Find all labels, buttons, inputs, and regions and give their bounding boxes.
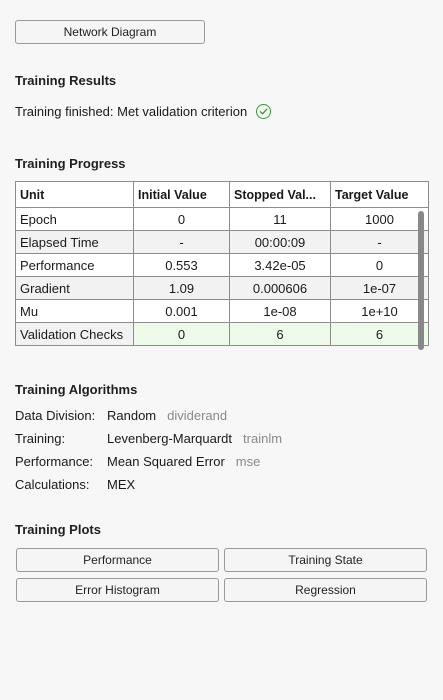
table-row: Epoch 0 11 1000 [15,207,429,231]
algorithm-row-calculations: Calculations: MEX [15,477,135,492]
algorithm-label: Calculations: [15,477,90,492]
training-algorithms-title: Training Algorithms [15,382,138,397]
target-value-cell: 1e+10 [330,299,429,323]
stopped-value-cell: 1e-08 [229,299,331,323]
target-value-cell: 1000 [330,207,429,231]
training-progress-title: Training Progress [15,156,126,171]
initial-value-cell: 0 [133,322,230,346]
error-histogram-plot-button[interactable]: Error Histogram [16,578,219,602]
algorithm-value: MEX [107,477,136,492]
column-header[interactable]: Unit [15,181,134,208]
stopped-value-cell: 6 [229,322,331,346]
algorithm-label: Performance: [15,454,94,469]
algorithm-function: mse [235,454,261,469]
algorithm-row-data-division: Data Division: Random dividerand [15,408,227,423]
initial-value-cell: 0 [133,207,230,231]
column-header[interactable]: Target Value [330,181,429,208]
stopped-value-cell: 11 [229,207,331,231]
algorithm-value: Random [107,408,157,423]
column-header[interactable]: Initial Value [133,181,230,208]
initial-value-cell: 1.09 [133,276,230,300]
target-value-cell: 1e-07 [330,276,429,300]
target-value-cell: 6 [330,322,429,346]
unit-cell: Epoch [15,207,134,231]
table-row: Performance 0.553 3.42e-05 0 [15,253,429,277]
algorithm-function: dividerand [167,408,228,423]
table-scrollbar[interactable] [418,211,424,350]
table-row: Mu 0.001 1e-08 1e+10 [15,299,429,323]
column-header[interactable]: Stopped Val... [229,181,331,208]
algorithm-label: Data Division: [15,408,96,423]
stopped-value-cell: 00:00:09 [229,230,331,254]
algorithm-value: Mean Squared Error [107,454,225,469]
training-state-plot-button[interactable]: Training State [224,548,427,572]
unit-cell: Mu [15,299,134,323]
unit-cell: Validation Checks [15,322,134,346]
regression-plot-button[interactable]: Regression [224,578,427,602]
training-status: Training finished: Met validation criter… [15,104,272,119]
training-progress-table: Unit Initial Value Stopped Val... Target… [15,181,429,346]
unit-cell: Performance [15,253,134,277]
stopped-value-cell: 0.000606 [229,276,331,300]
algorithm-row-training: Training: Levenberg-Marquardt trainlm [15,431,282,446]
table-row: Gradient 1.09 0.000606 1e-07 [15,276,429,300]
algorithm-value: Levenberg-Marquardt [107,431,233,446]
initial-value-cell: 0.001 [133,299,230,323]
table-row: Validation Checks 0 6 6 [15,322,429,346]
stopped-value-cell: 3.42e-05 [229,253,331,277]
network-diagram-button[interactable]: Network Diagram [15,20,205,44]
algorithm-function: trainlm [243,431,283,446]
table-header-row: Unit Initial Value Stopped Val... Target… [15,181,429,208]
performance-plot-button[interactable]: Performance [16,548,219,572]
training-plots-title: Training Plots [15,522,101,537]
initial-value-cell: - [133,230,230,254]
table-row: Elapsed Time - 00:00:09 - [15,230,429,254]
initial-value-cell: 0.553 [133,253,230,277]
training-results-title: Training Results [15,73,117,88]
unit-cell: Elapsed Time [15,230,134,254]
checkmark-icon [256,104,272,119]
algorithm-row-performance: Performance: Mean Squared Error mse [15,454,260,469]
target-value-cell: - [330,230,429,254]
algorithm-label: Training: [15,431,66,446]
unit-cell: Gradient [15,276,134,300]
training-status-text: Training finished: Met validation criter… [15,104,248,119]
target-value-cell: 0 [330,253,429,277]
